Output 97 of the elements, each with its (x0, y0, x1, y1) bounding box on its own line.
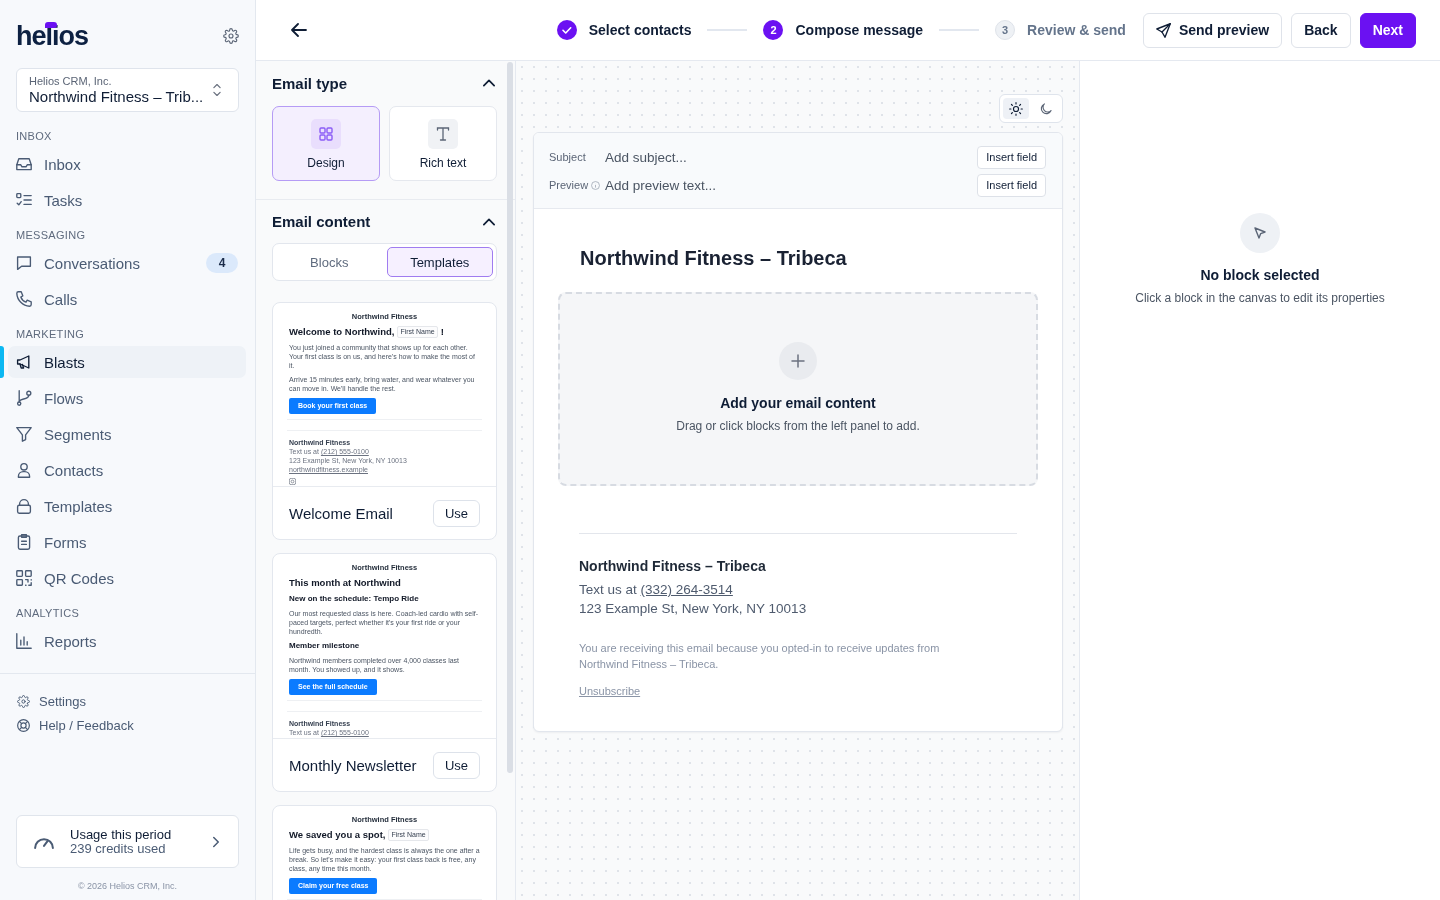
tray-icon (16, 156, 32, 172)
section-heading: MARKETING (16, 327, 86, 341)
utility-link[interactable]: Settings (0, 691, 86, 711)
sun-icon (1009, 101, 1023, 116)
utility-link[interactable]: Help / Feedback (0, 715, 134, 735)
nav-item[interactable]: Flows (0, 382, 246, 414)
copyright: © 2026 Helios CRM, Inc. (77, 881, 178, 891)
footer-notice: You are receiving this email because you opted-in to receive updates from Northwind Fitness – Tribeca. (579, 641, 941, 672)
footer-business-name: Northwind Fitness – Tribeca (579, 557, 766, 575)
nav-item[interactable]: Templates (0, 490, 246, 522)
subject-field[interactable]: Add subject... (605, 146, 978, 168)
insert-field-button[interactable]: Insert field (977, 173, 1046, 197)
section-heading: INBOX (16, 129, 53, 143)
workspace-switcher[interactable]: Helios CRM, Inc. Northwind Fitness – Trib... (16, 68, 239, 112)
nav-item[interactable]: Calls (0, 283, 246, 315)
next-button[interactable]: Next (1359, 12, 1416, 48)
field-label: Preview (549, 179, 589, 191)
chat-bubble-icon (16, 255, 32, 271)
clipboard-icon (16, 534, 32, 550)
step-label: Review & send (1027, 22, 1126, 38)
arrow-left-icon (291, 22, 307, 38)
nav-item[interactable]: Segments (0, 418, 246, 450)
nav-item[interactable]: Contacts (0, 454, 246, 486)
template-card[interactable] (272, 302, 497, 540)
chevron-right-icon (210, 835, 222, 848)
nav-item[interactable]: Forms (0, 526, 246, 558)
email-type-option[interactable]: Rich text (389, 106, 497, 181)
content-tab[interactable]: Templates (386, 247, 493, 277)
moon-icon (1039, 101, 1053, 116)
lifebuoy-icon (17, 718, 30, 732)
section-heading: ANALYTICS (16, 606, 80, 620)
letter-t-icon (428, 119, 458, 149)
preview-heading: This month at Northwind (289, 576, 401, 589)
back-step-button[interactable]: Back (1291, 12, 1351, 48)
template-name: Welcome Email (289, 504, 393, 522)
empty-state-hint: Click a block in the canvas to edit its properties (1135, 290, 1385, 306)
filter-icon (16, 426, 32, 442)
email-heading: Northwind Fitness – Tribeca (580, 246, 847, 270)
checklist-icon (16, 192, 32, 208)
usage-card[interactable]: Usage this period 239 credits used (16, 815, 239, 868)
lock-icon (16, 498, 32, 514)
camera-icon (289, 478, 296, 485)
branch-icon (16, 390, 32, 406)
use-template-button[interactable]: Use (432, 751, 480, 779)
content-tab[interactable]: Blocks (276, 247, 383, 277)
email-type-option[interactable]: Design (272, 106, 380, 181)
light-mode-button[interactable] (1003, 98, 1029, 119)
nav-item[interactable]: Inbox (0, 148, 246, 180)
scrollbar[interactable] (507, 62, 513, 773)
preview-heading: We saved you a spot, (289, 828, 386, 841)
nav-item[interactable]: QR Codes (0, 562, 246, 594)
count-badge: 4 (206, 253, 238, 273)
chevron-up-down-icon (210, 83, 224, 97)
use-template-button[interactable]: Use (432, 499, 480, 527)
step-label: Select contacts (588, 22, 692, 38)
nav-item[interactable]: Tasks (0, 184, 246, 216)
chevron-up-icon[interactable] (483, 79, 495, 87)
megaphone-icon (16, 354, 32, 370)
cursor-icon (1240, 213, 1280, 253)
preview-subheading: New on the schedule: Tempo Ride (288, 593, 419, 604)
nav-item[interactable]: Conversations 4 (0, 247, 246, 279)
preview-subheading: Member milestone (288, 640, 360, 651)
panel-heading: Email type (272, 74, 348, 92)
insert-field-button[interactable]: Insert field (977, 145, 1046, 169)
panel-heading: Email content (272, 213, 371, 230)
qr-code-icon (16, 570, 32, 586)
logo: helios (16, 21, 89, 51)
section-heading: MESSAGING (16, 228, 87, 242)
empty-state-title: No block selected (1200, 266, 1320, 284)
nav-item[interactable]: Reports (0, 625, 246, 657)
grid-icon (311, 119, 341, 149)
field-label: Subject (549, 151, 586, 163)
paper-plane-icon (1155, 22, 1171, 38)
drop-zone-hint: Drag or click blocks from the left panel to add. (676, 418, 920, 434)
settings-icon (223, 28, 239, 44)
nav-item[interactable]: Blasts (0, 346, 246, 378)
preview-text-field[interactable]: Add preview text... (605, 174, 978, 196)
step-number: 2 (763, 20, 784, 40)
drop-zone-title: Add your email content (720, 394, 876, 412)
plus-icon (779, 342, 817, 380)
template-name: Monthly Newsletter (289, 756, 417, 774)
template-card[interactable] (272, 805, 497, 900)
footer-contact-line: Text us at (332) 264-3514 (579, 581, 733, 599)
step-label: Compose message (795, 22, 924, 38)
send-preview-button[interactable]: Send preview (1142, 12, 1283, 48)
chevron-up-icon[interactable] (483, 217, 495, 226)
person-icon (16, 462, 32, 478)
bar-chart-icon (16, 633, 32, 649)
step-number: 3 (995, 20, 1016, 40)
settings-icon (17, 694, 30, 708)
preview-heading-suffix: ! (440, 325, 444, 338)
template-card[interactable] (272, 553, 497, 792)
drop-zone[interactable]: Add your email content Drag or click blocks from the left panel to add. (558, 292, 1038, 486)
phone-icon (16, 291, 32, 307)
footer-address: 123 Example St, New York, NY 10013 (579, 600, 807, 618)
phone-link[interactable]: (332) 264-3514 (640, 582, 733, 597)
preview-heading: Welcome to Northwind, (289, 325, 395, 338)
